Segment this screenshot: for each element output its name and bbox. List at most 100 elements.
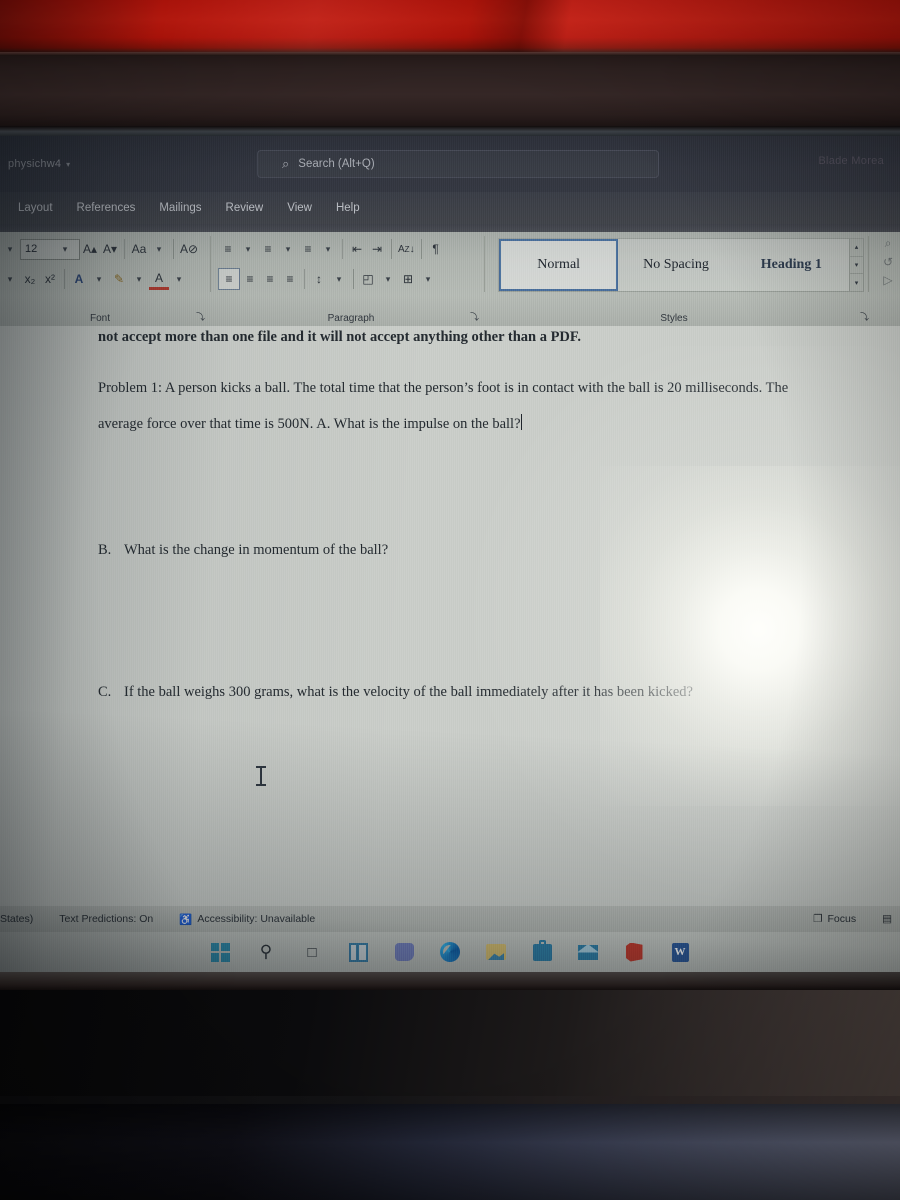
document-name[interactable]: physichw4 ▾ <box>8 158 70 170</box>
question-c: C. If the ball weighs 300 grams, what is… <box>98 680 798 704</box>
chevron-down-icon[interactable]: ▾ <box>318 238 338 260</box>
font-group-label: Font <box>89 313 110 324</box>
status-accessibility[interactable]: ♿ Accessibility: Unavailable <box>179 913 315 926</box>
store-icon[interactable] <box>530 939 554 964</box>
align-left-icon[interactable]: ≡ <box>218 268 240 290</box>
word-letter: W <box>671 942 689 962</box>
divider <box>64 269 65 289</box>
increase-indent-icon[interactable]: ⇥ <box>367 238 387 260</box>
chevron-down-icon[interactable]: ▾ <box>129 268 149 290</box>
sort-icon[interactable]: A Z ↓ <box>396 238 417 260</box>
font-family-caret-icon[interactable]: ▾ <box>0 238 20 260</box>
chat-teams-icon[interactable] <box>392 940 416 964</box>
search-placeholder: Search (Alt+Q) <box>298 158 375 170</box>
highlight-color-icon[interactable]: ✎ <box>109 268 129 290</box>
document-body[interactable]: not accept more than one file and it wil… <box>98 326 798 704</box>
select-icon[interactable]: ▷ <box>883 273 892 287</box>
chevron-down-icon[interactable]: ▾ <box>89 268 109 290</box>
styles-gallery-scroll: ▴ ▾ ▾ <box>849 238 864 292</box>
multilevel-list-icon[interactable]: ≡ <box>298 238 318 260</box>
document-intro-line: not accept more than one file and it wil… <box>98 329 582 345</box>
chevron-down-icon[interactable]: ▾ <box>329 268 349 290</box>
account-name[interactable]: Blade Morea <box>818 155 884 167</box>
start-button-icon[interactable] <box>208 940 232 964</box>
ibeam-mouse-cursor <box>256 766 266 786</box>
borders-icon[interactable]: ⊞ <box>398 268 418 290</box>
mail-icon[interactable] <box>576 940 600 964</box>
laptop-keyboard-deck <box>0 1104 900 1200</box>
chevron-down-icon[interactable]: ▾ <box>149 238 169 260</box>
font-color-icon[interactable]: A <box>149 268 169 290</box>
grow-font-icon[interactable]: A▴ <box>80 238 100 260</box>
find-icon[interactable]: ⌕ <box>885 236 892 251</box>
justify-icon[interactable]: ≡ <box>280 268 300 290</box>
taskbar-search-icon[interactable]: ⚲ <box>254 940 278 964</box>
align-right-icon[interactable]: ≡ <box>260 268 280 290</box>
chevron-down-icon[interactable]: ▾ <box>418 268 438 290</box>
strikethrough-caret-icon[interactable]: ▾ <box>0 268 20 290</box>
document-page[interactable]: not accept more than one file and it wil… <box>0 326 900 906</box>
tab-mailings[interactable]: Mailings <box>159 202 201 214</box>
question-c-label: C. <box>98 684 112 700</box>
font-size-combo[interactable]: 12 ▾ <box>20 238 80 260</box>
horizontal-ruler[interactable] <box>0 224 900 232</box>
styles-dialog-launcher[interactable]: ⤵ <box>860 310 869 323</box>
styles-more-button[interactable]: ▾ <box>850 274 863 291</box>
font-dialog-launcher[interactable]: ⤵ <box>196 310 205 323</box>
read-mode-button[interactable]: ▤ <box>882 913 892 925</box>
tab-view[interactable]: View <box>287 202 312 214</box>
tab-help[interactable]: Help <box>336 202 360 214</box>
text-effects-icon[interactable]: A <box>69 268 89 290</box>
tab-review[interactable]: Review <box>226 202 264 214</box>
group-divider <box>210 236 211 292</box>
tab-layout[interactable]: Layout <box>18 202 53 214</box>
numbering-icon[interactable]: ≡ <box>258 238 278 260</box>
replace-icon[interactable]: ↺ <box>883 255 893 269</box>
office-icon[interactable] <box>622 940 646 964</box>
edge-browser-icon[interactable] <box>438 940 462 964</box>
chevron-down-icon[interactable]: ▾ <box>66 160 70 169</box>
shrink-font-icon[interactable]: A▾ <box>100 238 120 260</box>
line-spacing-icon[interactable]: ↕ <box>309 268 329 290</box>
laptop-top-bezel <box>0 52 900 154</box>
laptop-hinge-area <box>0 990 900 1102</box>
photos-icon[interactable] <box>484 940 508 964</box>
shading-icon[interactable]: ◰ <box>358 268 378 290</box>
task-view-icon[interactable]: □ <box>300 940 324 964</box>
clear-formatting-icon[interactable]: A⊘ <box>178 238 200 260</box>
decrease-indent-icon[interactable]: ⇤ <box>347 238 367 260</box>
chevron-down-icon[interactable]: ▾ <box>378 268 398 290</box>
style-normal[interactable]: Normal <box>499 239 619 291</box>
chevron-down-icon[interactable]: ▾ <box>55 238 75 260</box>
superscript-icon[interactable]: x² <box>40 268 60 290</box>
chevron-down-icon[interactable]: ▾ <box>169 268 189 290</box>
group-divider <box>868 236 869 292</box>
editing-group: ⌕ ↺ ▷ <box>876 234 900 296</box>
title-bar: physichw4 ▾ ⌕ Search (Alt+Q) Blade Morea <box>0 136 900 192</box>
paragraph-dialog-launcher[interactable]: ⤵ <box>470 310 479 323</box>
change-case-icon[interactable]: Aa <box>129 238 149 260</box>
red-wall-background <box>0 0 900 52</box>
chevron-down-icon[interactable]: ▾ <box>238 238 258 260</box>
word-application-window: physichw4 ▾ ⌕ Search (Alt+Q) Blade Morea… <box>0 136 900 972</box>
divider <box>391 239 392 259</box>
word-app-icon[interactable]: W <box>668 940 692 964</box>
focus-label: Focus <box>827 913 857 925</box>
status-language[interactable]: States) <box>0 913 33 925</box>
styles-scroll-down-button[interactable]: ▾ <box>850 257 863 275</box>
bullets-icon[interactable]: ≡ <box>218 238 238 260</box>
group-divider <box>484 236 485 292</box>
chevron-down-icon[interactable]: ▾ <box>278 238 298 260</box>
search-input[interactable]: ⌕ Search (Alt+Q) <box>257 150 659 178</box>
question-b-text: What is the change in momentum of the ba… <box>124 542 389 558</box>
align-center-icon[interactable]: ≡ <box>240 268 260 290</box>
style-no-spacing[interactable]: No Spacing <box>618 239 733 291</box>
styles-scroll-up-button[interactable]: ▴ <box>850 239 863 257</box>
show-formatting-marks-icon[interactable]: ¶ <box>426 238 446 260</box>
widgets-icon[interactable] <box>346 940 370 964</box>
tab-references[interactable]: References <box>77 202 136 214</box>
focus-mode-button[interactable]: ❐ Focus <box>813 913 856 925</box>
status-text-predictions[interactable]: Text Predictions: On <box>59 913 153 925</box>
style-heading-1[interactable]: Heading 1 <box>734 239 849 291</box>
subscript-icon[interactable]: x₂ <box>20 268 40 290</box>
